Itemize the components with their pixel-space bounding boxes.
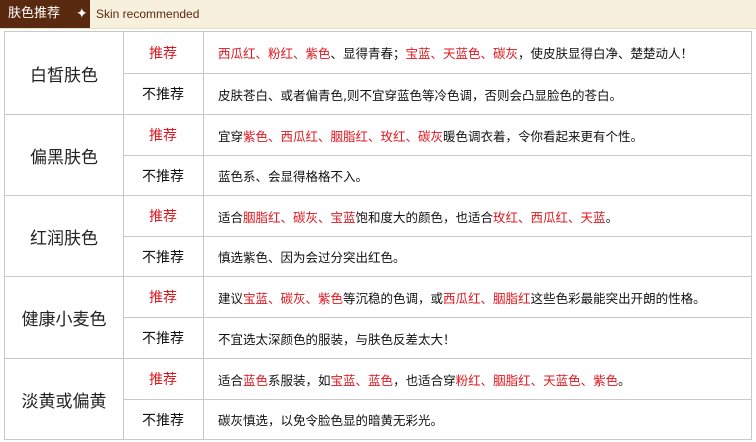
description-text: 蓝色系、会显得格格不入。 <box>218 169 369 184</box>
recommend-text: 建议 宝蓝、碳灰、紫色 等沉稳的色调，或 西瓜红、胭脂红 这些色彩最能突出开朗的性格。 <box>218 277 745 317</box>
description-text: 。 <box>618 372 631 388</box>
recommend-text: 宜穿 紫色、西瓜红、胭脂红、玫红、碳灰 暖色调衣着，令你看起来更有个性。 <box>218 115 745 155</box>
description-text: 这些色彩最能突出开朗的性格。 <box>530 290 706 306</box>
not-recommend-row: 不推荐 碳灰慎选，以免令脸色显的暗黄无彩光。 <box>123 400 751 439</box>
sparkle-icon: ✦ <box>76 6 88 22</box>
description-text: 慎选紫色、因为会过分突出红色。 <box>218 250 406 265</box>
table-row: 健康小麦色 推荐 建议 宝蓝、碳灰、紫色 等沉稳的色调，或 西瓜红、胭脂红 这些色彩最能… <box>5 277 751 359</box>
highlighted-color-text: 蓝色 <box>243 372 269 388</box>
not-recommend-row: 不推荐 蓝色系、会显得格格不入。 <box>123 156 751 195</box>
recommend-label: 推荐 <box>123 32 204 73</box>
highlighted-color-text: 西瓜红、粉红、紫色 <box>218 46 331 61</box>
description-text: ，也适合穿 <box>393 372 456 388</box>
recommend-row: 推荐 适合 蓝色 系服装，如 宝蓝、蓝色 ，也适合穿 粉红、胭脂红、天蓝色、紫色。 <box>123 359 751 400</box>
not-recommend-text: 皮肤苍白、或者偏青色,则不宜穿蓝色等冷色调，否则会凸显脸色的苍白。 <box>218 74 745 114</box>
recommend-row: 推荐 西瓜红、粉红、紫色 、显得青春； 宝蓝、天蓝色、碳灰 ，使皮肤显得白净、楚楚动人… <box>123 32 751 74</box>
not-recommend-label: 不推荐 <box>123 400 204 439</box>
highlighted-color-text: 紫色、西瓜红、胭脂红、玫红、碳灰 <box>243 128 444 144</box>
highlighted-color-text: 胭脂红、碳灰、宝蓝 <box>243 209 356 225</box>
not-recommend-text: 慎选紫色、因为会过分突出红色。 <box>218 237 745 276</box>
skin-type-label: 白皙肤色 <box>5 32 124 114</box>
highlighted-color-text: 宝蓝、碳灰、紫色 <box>243 290 344 306</box>
recommend-row: 推荐 建议 宝蓝、碳灰、紫色 等沉稳的色调，或 西瓜红、胭脂红 这些色彩最能突出开朗的性… <box>123 277 751 318</box>
not-recommend-row: 不推荐 皮肤苍白、或者偏青色,则不宜穿蓝色等冷色调，否则会凸显脸色的苍白。 <box>123 74 751 114</box>
skin-type-label: 偏黑肤色 <box>5 115 124 195</box>
not-recommend-text: 蓝色系、会显得格格不入。 <box>218 156 745 195</box>
description-text: 适合 <box>218 209 244 225</box>
recommend-label: 推荐 <box>123 196 204 236</box>
description-text: 、显得青春； <box>330 46 406 61</box>
not-recommend-label: 不推荐 <box>123 156 204 195</box>
highlighted-color-text: 宝蓝、天蓝色、碳灰 <box>405 46 519 61</box>
recommend-row: 推荐 宜穿 紫色、西瓜红、胭脂红、玫红、碳灰 暖色调衣着，令你看起来更有个性。 <box>123 115 751 156</box>
description-text: 不宜选太深颜色的服装，与肤色反差太大！ <box>218 331 456 347</box>
not-recommend-label: 不推荐 <box>123 318 204 358</box>
recommend-label: 推荐 <box>123 359 204 399</box>
recommend-text: 西瓜红、粉红、紫色 、显得青春； 宝蓝、天蓝色、碳灰 ，使皮肤显得白净、楚楚动人！ <box>218 32 745 73</box>
description-text: 皮肤苍白、或者偏青色,则不宜穿蓝色等冷色调，否则会凸显脸色的苍白。 <box>218 87 622 103</box>
highlighted-color-text: 玫红、西瓜红、天蓝 <box>493 209 606 225</box>
description-text: 建议 <box>218 290 244 306</box>
recommend-label: 推荐 <box>123 277 204 317</box>
highlighted-color-text: 粉红、胭脂红、天蓝色、紫色 <box>455 372 619 388</box>
description-text: 。 <box>605 209 619 225</box>
description-text: 等沉稳的色调，或 <box>343 290 444 306</box>
description-text: 碳灰慎选，以免令脸色显的暗黄无彩光。 <box>218 413 444 428</box>
description-text: 系服装，如 <box>268 372 331 388</box>
table-row: 红润肤色 推荐 适合 胭脂红、碳灰、宝蓝 饱和度大的颜色，也适合 玫红、西瓜红、天蓝。… <box>5 196 751 277</box>
description-text: 适合 <box>218 372 244 388</box>
description-text: 饱和度大的颜色，也适合 <box>355 209 494 225</box>
skin-type-label: 淡黄或偏黄 <box>5 359 124 439</box>
recommend-row: 推荐 适合 胭脂红、碳灰、宝蓝 饱和度大的颜色，也适合 玫红、西瓜红、天蓝。 <box>123 196 751 237</box>
skin-type-label: 红润肤色 <box>5 196 124 276</box>
highlighted-color-text: 西瓜红、胭脂红 <box>443 290 531 306</box>
section-subtitle: Skin recommended <box>96 7 200 21</box>
not-recommend-label: 不推荐 <box>123 237 204 276</box>
recommend-text: 适合 胭脂红、碳灰、宝蓝 饱和度大的颜色，也适合 玫红、西瓜红、天蓝。 <box>218 196 745 236</box>
not-recommend-text: 碳灰慎选，以免令脸色显的暗黄无彩光。 <box>218 400 745 439</box>
not-recommend-row: 不推荐 慎选紫色、因为会过分突出红色。 <box>123 237 751 276</box>
skin-color-table: 白皙肤色 推荐 西瓜红、粉红、紫色 、显得青春； 宝蓝、天蓝色、碳灰 ，使皮肤显得白净… <box>4 31 752 440</box>
recommend-label: 推荐 <box>123 115 204 155</box>
description-text: 宜穿 <box>218 128 244 144</box>
description-text: ，使皮肤显得白净、楚楚动人！ <box>518 46 694 61</box>
table-row: 白皙肤色 推荐 西瓜红、粉红、紫色 、显得青春； 宝蓝、天蓝色、碳灰 ，使皮肤显得白净… <box>5 32 751 115</box>
not-recommend-row: 不推荐 不宜选太深颜色的服装，与肤色反差太大！ <box>123 318 751 358</box>
table-row: 淡黄或偏黄 推荐 适合 蓝色 系服装，如 宝蓝、蓝色 ，也适合穿 粉红、胭脂红、天蓝色、紫… <box>5 359 751 439</box>
skin-type-label: 健康小麦色 <box>5 277 124 358</box>
table-row: 偏黑肤色 推荐 宜穿 紫色、西瓜红、胭脂红、玫红、碳灰 暖色调衣着，令你看起来更有个… <box>5 115 751 196</box>
section-header: 肤色推荐 ✦ Skin recommended <box>0 0 756 29</box>
highlighted-color-text: 宝蓝、蓝色 <box>330 372 394 388</box>
not-recommend-label: 不推荐 <box>123 74 204 114</box>
recommend-text: 适合 蓝色 系服装，如 宝蓝、蓝色 ，也适合穿 粉红、胭脂红、天蓝色、紫色。 <box>218 359 745 399</box>
not-recommend-text: 不宜选太深颜色的服装，与肤色反差太大！ <box>218 318 745 358</box>
description-text: 暖色调衣着，令你看起来更有个性。 <box>443 128 644 144</box>
